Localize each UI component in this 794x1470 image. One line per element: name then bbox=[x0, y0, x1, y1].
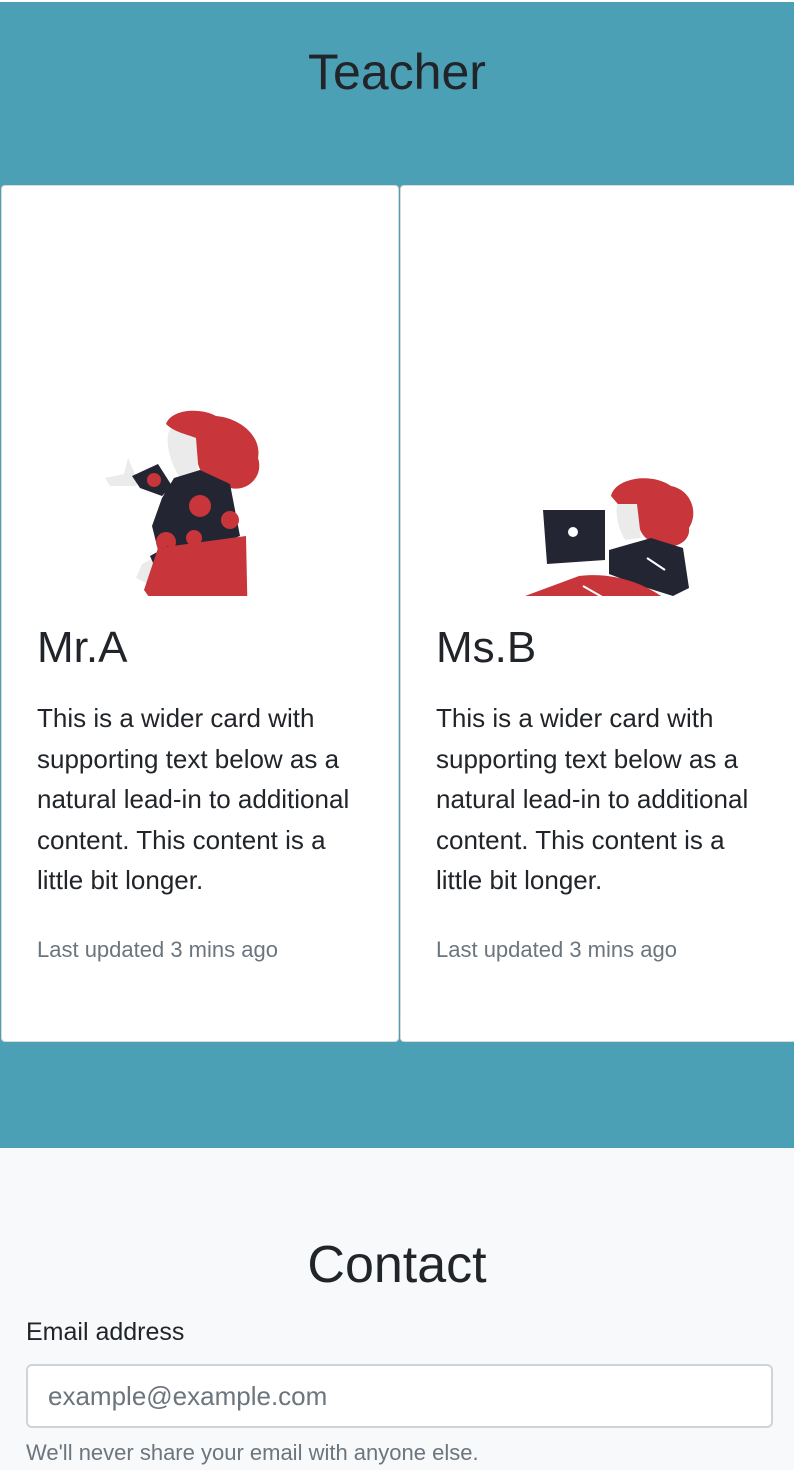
teacher-card-ms-b: Ms.B This is a wider card with supportin… bbox=[400, 185, 794, 1042]
card-updated-text: Last updated 3 mins ago bbox=[436, 936, 677, 962]
section-title-contact: Contact bbox=[307, 1236, 487, 1294]
card-title: Mr.A bbox=[37, 623, 128, 672]
card-title: Ms.B bbox=[436, 623, 537, 672]
woman-dancing-illustration bbox=[2, 186, 398, 596]
teacher-card-mr-a: Mr.A This is a wider card with supportin… bbox=[1, 185, 399, 1042]
card-updated-text: Last updated 3 mins ago bbox=[37, 936, 278, 962]
card-body: Ms.B This is a wider card with supportin… bbox=[436, 622, 771, 966]
email-help-text: We'll never share your email with anyone… bbox=[26, 1440, 479, 1465]
card-text: This is a wider card with supporting tex… bbox=[37, 703, 350, 895]
section-title-teacher: Teacher bbox=[308, 44, 486, 100]
card-body: Mr.A This is a wider card with supportin… bbox=[37, 622, 372, 966]
email-input[interactable] bbox=[26, 1364, 773, 1428]
teacher-section: Teacher Mr.A This is a wider card with s… bbox=[0, 0, 794, 1148]
woman-with-laptop-illustration bbox=[401, 186, 794, 596]
card-text: This is a wider card with supporting tex… bbox=[436, 703, 749, 895]
email-label: Email address bbox=[26, 1318, 185, 1346]
